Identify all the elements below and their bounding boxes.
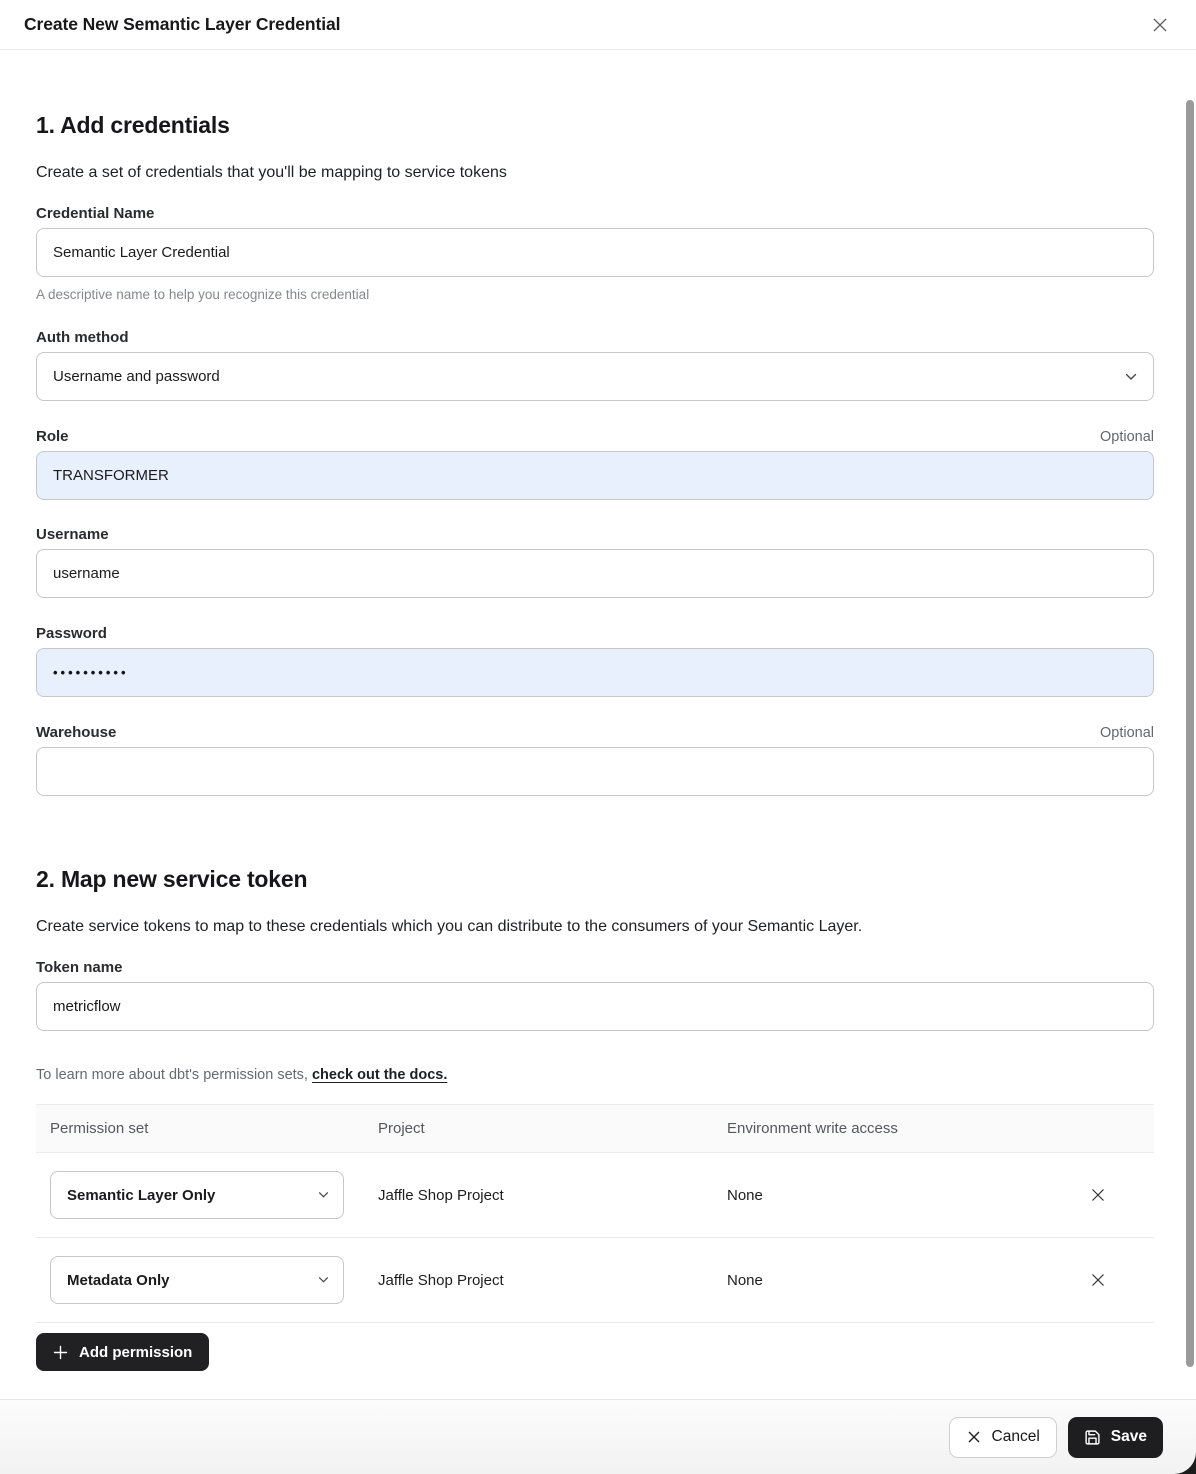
permissions-table-header: Permission set Project Environment write… — [36, 1105, 1154, 1153]
chevron-down-icon — [318, 1277, 329, 1284]
warehouse-optional-tag: Optional — [1100, 725, 1154, 741]
cancel-label: Cancel — [992, 1428, 1040, 1446]
close-icon — [1089, 1186, 1107, 1204]
section1-description: Create a set of credentials that you'll … — [36, 164, 1154, 182]
env-write-access-cell: None — [727, 1187, 1042, 1204]
cancel-button[interactable]: Cancel — [949, 1417, 1057, 1458]
modal-body: 1. Add credentials Create a set of crede… — [0, 50, 1196, 1399]
docs-line-prefix: To learn more about dbt's permission set… — [36, 1067, 312, 1083]
remove-permission-button[interactable] — [1042, 1186, 1154, 1204]
permission-set-select[interactable]: Metadata Only — [50, 1256, 344, 1304]
docs-line: To learn more about dbt's permission set… — [36, 1067, 1154, 1083]
permission-set-select[interactable]: Semantic Layer Only — [50, 1171, 344, 1219]
chevron-down-icon — [1125, 373, 1137, 381]
column-header-env-write-access: Environment write access — [727, 1120, 1042, 1137]
column-header-project: Project — [378, 1120, 727, 1137]
credential-name-label: Credential Name — [36, 205, 154, 222]
auth-method-label: Auth method — [36, 329, 128, 346]
permission-set-value: Semantic Layer Only — [67, 1187, 215, 1204]
role-label: Role — [36, 428, 69, 445]
close-icon — [1089, 1271, 1107, 1289]
add-permission-button[interactable]: Add permission — [36, 1333, 209, 1371]
warehouse-label: Warehouse — [36, 724, 116, 741]
project-cell: Jaffle Shop Project — [378, 1272, 727, 1289]
save-button[interactable]: Save — [1068, 1417, 1163, 1458]
docs-link[interactable]: check out the docs. — [312, 1067, 447, 1083]
chevron-down-icon — [318, 1192, 329, 1199]
section1-heading: 1. Add credentials — [36, 50, 1154, 139]
token-name-label: Token name — [36, 959, 122, 976]
scrollbar-thumb[interactable] — [1186, 100, 1194, 1367]
save-label: Save — [1111, 1428, 1147, 1446]
modal-create-credential: Create New Semantic Layer Credential 1. … — [0, 0, 1196, 1474]
section2-heading: 2. Map new service token — [36, 796, 1154, 893]
username-label: Username — [36, 526, 109, 543]
column-header-permission-set: Permission set — [36, 1120, 378, 1137]
save-icon — [1084, 1429, 1101, 1446]
modal-title: Create New Semantic Layer Credential — [24, 14, 1146, 35]
password-input[interactable] — [36, 648, 1154, 697]
username-input[interactable] — [36, 549, 1154, 598]
auth-method-value: Username and password — [53, 368, 220, 385]
role-optional-tag: Optional — [1100, 429, 1154, 445]
modal-header: Create New Semantic Layer Credential — [0, 0, 1196, 50]
close-icon — [1150, 15, 1170, 35]
credential-name-helper: A descriptive name to help you recognize… — [36, 287, 1154, 302]
remove-permission-button[interactable] — [1042, 1271, 1154, 1289]
token-name-input[interactable] — [36, 982, 1154, 1031]
project-cell: Jaffle Shop Project — [378, 1187, 727, 1204]
permission-set-value: Metadata Only — [67, 1272, 170, 1289]
auth-method-select[interactable]: Username and password — [36, 352, 1154, 401]
close-icon — [966, 1429, 982, 1445]
section2-description: Create service tokens to map to these cr… — [36, 918, 1154, 936]
modal-footer: Cancel Save — [0, 1399, 1196, 1474]
table-row: Semantic Layer Only Jaffle Shop Project … — [36, 1153, 1154, 1238]
password-label: Password — [36, 625, 107, 642]
role-input[interactable] — [36, 451, 1154, 500]
credential-name-input[interactable] — [36, 228, 1154, 277]
env-write-access-cell: None — [727, 1272, 1042, 1289]
close-button[interactable] — [1146, 11, 1174, 39]
add-permission-label: Add permission — [79, 1344, 192, 1361]
warehouse-input[interactable] — [36, 747, 1154, 796]
permissions-table: Permission set Project Environment write… — [36, 1104, 1154, 1323]
plus-icon — [53, 1345, 68, 1360]
table-row: Metadata Only Jaffle Shop Project None — [36, 1238, 1154, 1323]
